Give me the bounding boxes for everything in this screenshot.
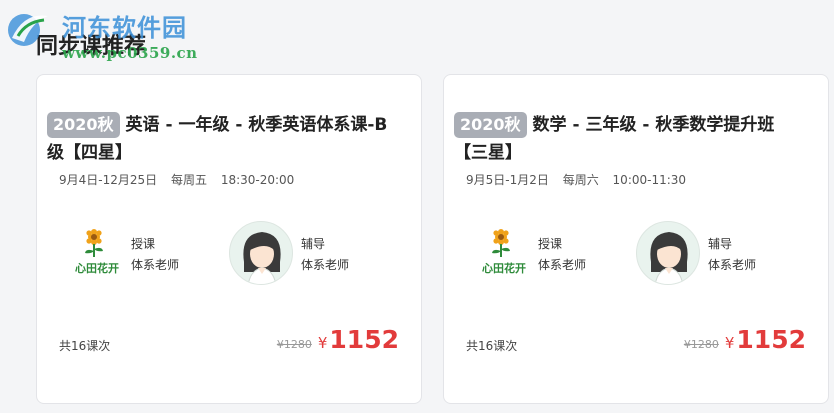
course-weekday: 每周五 bbox=[170, 173, 207, 187]
tutor-role: 辅导 bbox=[301, 237, 326, 251]
course-title[interactable]: 2020秋 英语 - 一年级 - 秋季英语体系课-B级【四星】 bbox=[47, 111, 399, 167]
logo-text: 心田花开 bbox=[482, 261, 526, 275]
tutor-name: 体系老师 bbox=[301, 258, 350, 272]
teacher-name: 体系老师 bbox=[131, 258, 180, 272]
season-tag: 2020秋 bbox=[454, 112, 527, 138]
logo-text: 心田花开 bbox=[75, 261, 119, 275]
course-weekday: 每周六 bbox=[562, 173, 599, 187]
course-card[interactable]: 2020秋 数学 - 三年级 - 秋季数学提升班【三星】 9月5日-1月2日 每周… bbox=[443, 74, 829, 404]
tutor-avatar bbox=[636, 221, 700, 285]
original-price: ¥1280 bbox=[683, 338, 719, 351]
course-time: 18:30-20:00 bbox=[220, 173, 295, 187]
tutor-avatar bbox=[229, 221, 293, 285]
course-schedule: 9月4日-12月25日 每周五 18:30-20:00 bbox=[59, 171, 304, 188]
teacher-role: 授课 bbox=[131, 237, 156, 251]
teacher-name: 体系老师 bbox=[538, 258, 587, 272]
teacher-logo: 心田花开 bbox=[480, 221, 540, 285]
current-price: 1152 bbox=[736, 325, 806, 354]
current-price: 1152 bbox=[329, 325, 399, 354]
course-title[interactable]: 2020秋 数学 - 三年级 - 秋季数学提升班【三星】 bbox=[454, 111, 806, 167]
course-schedule: 9月5日-1月2日 每周六 10:00-11:30 bbox=[466, 171, 696, 188]
girl-avatar-icon bbox=[650, 232, 688, 284]
currency-symbol: ¥ bbox=[724, 334, 735, 352]
watermark-logo-icon bbox=[8, 14, 48, 46]
watermark-title: 河东软件园 bbox=[62, 13, 187, 42]
sunflower-logo-icon: 心田花开 bbox=[482, 229, 526, 275]
price-box: ¥1280 ¥ 1152 bbox=[684, 325, 806, 354]
price-box: ¥1280 ¥ 1152 bbox=[277, 325, 399, 354]
season-tag: 2020秋 bbox=[47, 112, 120, 138]
sunflower-logo-icon: 心田花开 bbox=[75, 229, 119, 275]
tutor-role: 辅导 bbox=[708, 237, 733, 251]
watermark-url: www.pc0359.cn bbox=[62, 44, 198, 62]
course-time: 10:00-11:30 bbox=[612, 173, 687, 187]
teacher-role: 授课 bbox=[538, 237, 563, 251]
lesson-count: 共16课次 bbox=[466, 339, 518, 353]
teacher-logo: 心田花开 bbox=[73, 221, 133, 285]
course-card[interactable]: 2020秋 英语 - 一年级 - 秋季英语体系课-B级【四星】 9月4日-12月2… bbox=[36, 74, 422, 404]
original-price: ¥1280 bbox=[276, 338, 312, 351]
currency-symbol: ¥ bbox=[317, 334, 328, 352]
lesson-count: 共16课次 bbox=[59, 339, 111, 353]
watermark: 河东软件园 www.pc0359.cn bbox=[4, 4, 204, 66]
course-dates: 9月4日-12月25日 bbox=[59, 173, 158, 187]
girl-avatar-icon bbox=[243, 232, 281, 284]
course-dates: 9月5日-1月2日 bbox=[466, 173, 549, 187]
tutor-name: 体系老师 bbox=[708, 258, 757, 272]
